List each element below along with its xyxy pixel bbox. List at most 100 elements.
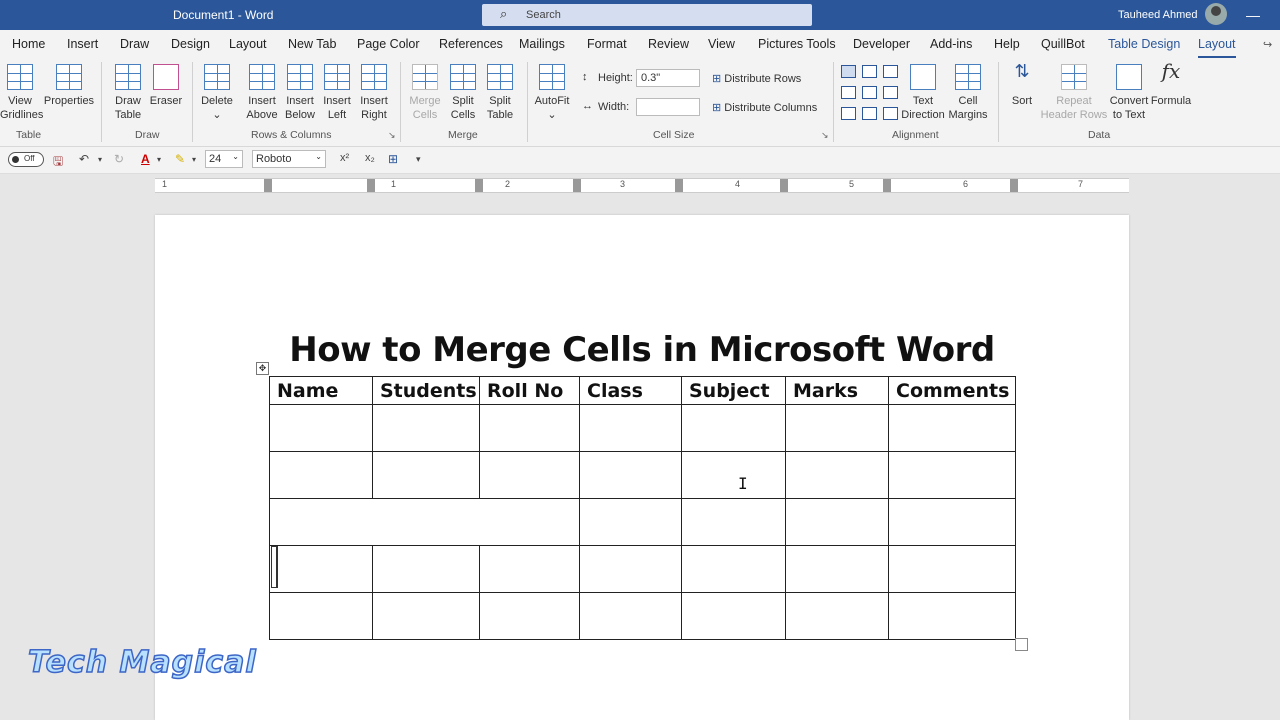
table-cell[interactable] [579, 498, 682, 546]
eraser-button[interactable]: Eraser [148, 64, 184, 108]
table-cell[interactable] [888, 404, 1016, 452]
height-input[interactable]: 0.3" [636, 69, 700, 87]
table-cell[interactable] [888, 545, 1016, 593]
ruler-column-marker[interactable] [780, 179, 788, 192]
tab-add-ins[interactable]: Add-ins [930, 37, 972, 51]
align-top-right[interactable] [883, 65, 898, 78]
ruler-column-marker[interactable] [675, 179, 683, 192]
tab-design[interactable]: Design [171, 37, 210, 51]
table-cell[interactable] [681, 451, 786, 499]
tab-layout[interactable]: Layout [229, 37, 267, 51]
font-color-dropdown-icon[interactable]: ▾ [157, 155, 161, 164]
header-cell[interactable]: Comments [888, 376, 1016, 405]
table-cell[interactable] [785, 404, 889, 452]
tab-table-design[interactable]: Table Design [1108, 37, 1180, 51]
tab-review[interactable]: Review [648, 37, 689, 51]
table-cell[interactable] [681, 592, 786, 640]
tab-insert[interactable]: Insert [67, 37, 98, 51]
font-color-icon[interactable]: A [141, 152, 150, 166]
table-cell[interactable] [269, 451, 373, 499]
table-cell[interactable] [681, 545, 786, 593]
header-cell[interactable]: Name [269, 376, 373, 405]
table-cell[interactable] [479, 592, 580, 640]
convert-to-text-button[interactable]: Convert to Text [1108, 64, 1150, 122]
ruler-column-marker[interactable] [264, 179, 272, 192]
table-cell[interactable] [479, 545, 580, 593]
document-table[interactable]: Name Students Roll No Class Subject Mark… [269, 376, 1016, 640]
header-cell[interactable]: Roll No [479, 376, 580, 405]
draw-table-button[interactable]: Draw Table [110, 64, 146, 122]
table-cell[interactable] [479, 451, 580, 499]
table-cell[interactable] [269, 404, 373, 452]
tab-view[interactable]: View [708, 37, 735, 51]
tab-mailings[interactable]: Mailings [519, 37, 565, 51]
minimize-icon[interactable]: — [1246, 7, 1260, 23]
sort-button[interactable]: ⇅ Sort [1004, 62, 1040, 108]
tab-developer[interactable]: Developer [853, 37, 910, 51]
table-cell[interactable] [785, 545, 889, 593]
align-top-left[interactable] [841, 65, 856, 78]
horizontal-ruler[interactable]: 1 1 2 3 4 5 6 7 [155, 178, 1129, 193]
tab-page-color[interactable]: Page Color [357, 37, 420, 51]
table-cell[interactable] [372, 404, 480, 452]
align-bottom-right[interactable] [883, 107, 898, 120]
align-middle-center[interactable] [862, 86, 877, 99]
table-cell[interactable] [888, 498, 1016, 546]
delete-button[interactable]: Delete ⌄ [198, 64, 236, 122]
undo-dropdown-icon[interactable]: ▾ [98, 155, 102, 164]
dialog-launcher-icon[interactable]: ↘ [821, 130, 829, 141]
table-cell[interactable] [269, 545, 373, 593]
formula-button[interactable]: fx Formula [1150, 61, 1192, 108]
table-cell[interactable] [579, 451, 682, 499]
table-cell[interactable] [579, 592, 682, 640]
redo-icon[interactable]: ↻ [114, 152, 124, 166]
dialog-launcher-icon[interactable]: ↘ [388, 130, 396, 141]
table-cell[interactable] [785, 451, 889, 499]
table-cell[interactable] [579, 404, 682, 452]
tab-draw[interactable]: Draw [120, 37, 149, 51]
properties-button[interactable]: Properties [43, 64, 95, 108]
avatar[interactable] [1205, 3, 1227, 25]
autofit-button[interactable]: AutoFit ⌄ [532, 64, 572, 122]
table-cell[interactable] [888, 451, 1016, 499]
merge-cells-button[interactable]: Merge Cells [406, 64, 444, 122]
ruler-column-marker[interactable] [367, 179, 375, 192]
tab-pictures-tools[interactable]: Pictures Tools [758, 37, 836, 51]
tab-new-tab[interactable]: New Tab [288, 37, 336, 51]
table-cell[interactable] [681, 498, 786, 546]
superscript-icon[interactable]: x² [340, 152, 349, 164]
repeat-header-rows-button[interactable]: Repeat Header Rows [1040, 64, 1108, 122]
align-middle-left[interactable] [841, 86, 856, 99]
table-cell[interactable] [681, 404, 786, 452]
view-gridlines-button[interactable]: View Gridlines [0, 64, 43, 122]
tab-references[interactable]: References [439, 37, 503, 51]
table-resize-handle-icon[interactable] [1015, 638, 1028, 651]
text-direction-button[interactable]: Text Direction [900, 64, 946, 122]
header-cell[interactable]: Marks [785, 376, 889, 405]
ruler-column-marker[interactable] [883, 179, 891, 192]
share-icon[interactable]: ↪ [1263, 38, 1272, 51]
align-bottom-center[interactable] [862, 107, 877, 120]
font-name-select[interactable]: Roboto ⌄ [252, 150, 326, 168]
cell-margins-button[interactable]: Cell Margins [945, 64, 991, 122]
highlight-dropdown-icon[interactable]: ▾ [192, 155, 196, 164]
insert-left-button[interactable]: Insert Left [318, 64, 356, 122]
tab-format[interactable]: Format [587, 37, 627, 51]
table-cell[interactable] [269, 592, 373, 640]
font-size-select[interactable]: 24 ⌄ [205, 150, 243, 168]
align-bottom-left[interactable] [841, 107, 856, 120]
header-cell[interactable]: Class [579, 376, 682, 405]
table-cell[interactable] [372, 451, 480, 499]
ruler-column-marker[interactable] [475, 179, 483, 192]
user-name[interactable]: Tauheed Ahmed [1118, 9, 1198, 21]
subscript-icon[interactable]: x₂ [365, 152, 375, 164]
tab-quillbot[interactable]: QuillBot [1041, 37, 1085, 51]
merged-table-cell[interactable] [269, 498, 580, 546]
table-cell[interactable] [372, 545, 480, 593]
table-cell[interactable] [785, 592, 889, 640]
tab-table-layout[interactable]: Layout [1198, 37, 1236, 58]
width-input[interactable] [636, 98, 700, 116]
align-top-center[interactable] [862, 65, 877, 78]
align-middle-right[interactable] [883, 86, 898, 99]
table-cell[interactable] [785, 498, 889, 546]
